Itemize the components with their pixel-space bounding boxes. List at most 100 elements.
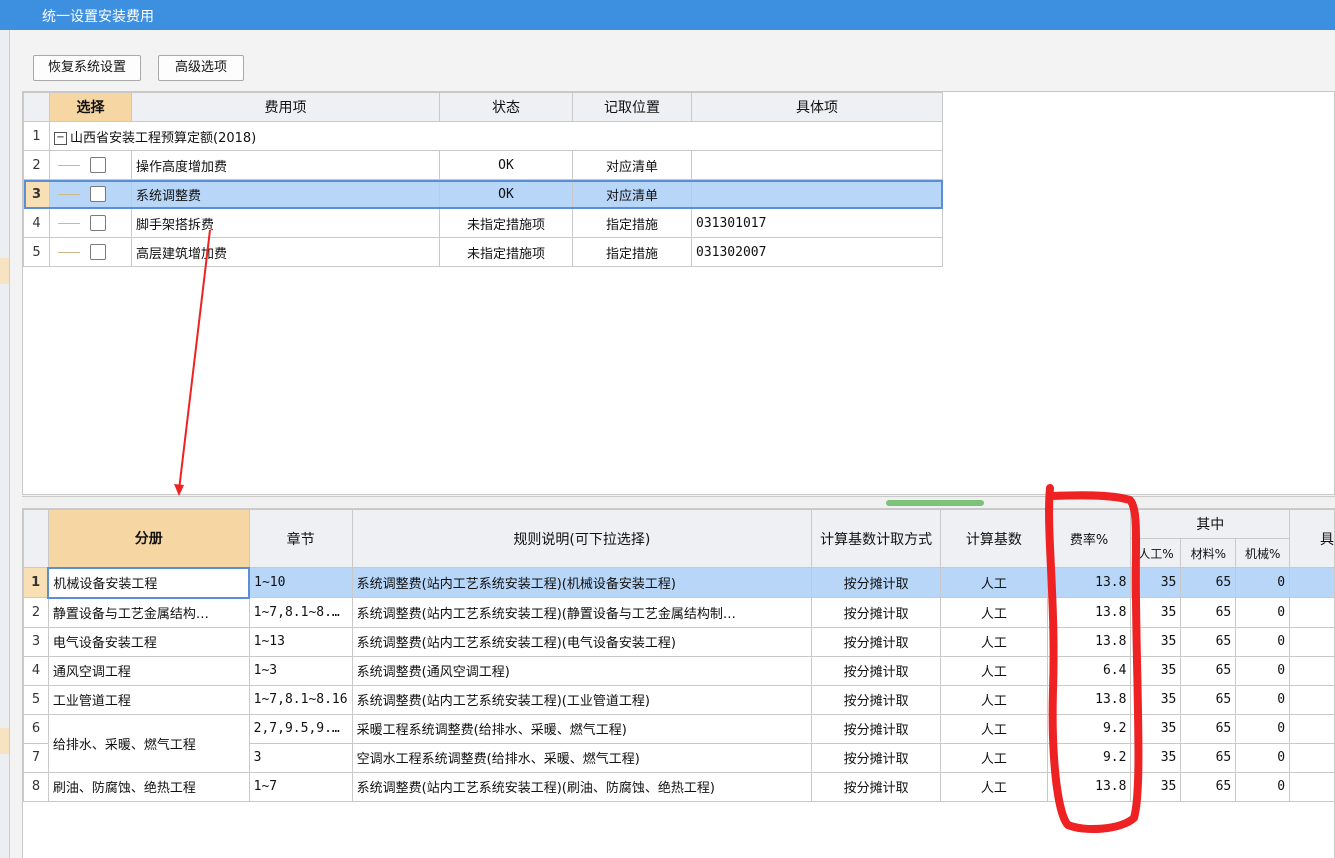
calc-base-cell[interactable]: 人工	[940, 713, 1048, 744]
labor-cell[interactable]: 35	[1130, 626, 1182, 657]
calc-base-cell[interactable]: 人工	[940, 684, 1048, 715]
select-checkbox[interactable]	[90, 186, 106, 202]
volume-cell[interactable]: 电气设备安装工程	[47, 626, 250, 657]
col-header-calc-method[interactable]: 计算基数计取方式	[811, 509, 942, 568]
rule-row[interactable]: 2 静置设备与工艺金属结构… 1~7,8.1~8.… 系统调整费(站内工艺系统安…	[23, 597, 1335, 628]
fee-item-detail[interactable]: 031302007	[691, 237, 943, 267]
col-header-volume[interactable]: 分册	[47, 509, 250, 568]
material-cell[interactable]: 65	[1180, 771, 1237, 802]
fee-item-row[interactable]: 2 操作高度增加费 OK 对应清单	[23, 150, 943, 180]
fee-item-detail[interactable]	[691, 179, 943, 209]
rule-row[interactable]: 4 通风空调工程 1~3 系统调整费(通风空调工程) 按分摊计取 人工 6.4 …	[23, 655, 1335, 686]
col-header-position[interactable]: 记取位置	[572, 92, 692, 122]
rate-cell[interactable]: 13.8	[1046, 626, 1132, 657]
col-header-extra[interactable]: 具	[1289, 509, 1335, 568]
machine-cell[interactable]: 0	[1235, 597, 1291, 628]
material-cell[interactable]: 65	[1180, 626, 1237, 657]
fee-item-detail[interactable]	[691, 150, 943, 180]
chapter-cell[interactable]: 1~3	[248, 655, 353, 686]
labor-cell[interactable]: 35	[1130, 742, 1182, 773]
col-header-material[interactable]: 材料%	[1180, 538, 1237, 568]
chapter-cell[interactable]: 1~7	[248, 771, 353, 802]
calc-method-cell[interactable]: 按分摊计取	[811, 713, 942, 744]
chapter-cell[interactable]: 1~7,8.1~8.16	[248, 684, 353, 715]
rate-cell[interactable]: 9.2	[1046, 713, 1132, 744]
chapter-cell[interactable]: 1~13	[248, 626, 353, 657]
rate-cell[interactable]: 13.8	[1046, 567, 1132, 598]
labor-cell[interactable]: 35	[1130, 713, 1182, 744]
panel-splitter[interactable]	[22, 496, 1335, 507]
machine-cell[interactable]: 0	[1235, 771, 1291, 802]
advanced-options-button[interactable]: 高级选项	[158, 55, 244, 81]
fee-item-detail[interactable]: 031301017	[691, 208, 943, 238]
rate-cell[interactable]: 13.8	[1046, 771, 1132, 802]
rule-cell[interactable]: 采暖工程系统调整费(给排水、采暖、燃气工程)	[351, 713, 813, 744]
select-checkbox[interactable]	[90, 215, 106, 231]
col-header-calc-base[interactable]: 计算基数	[940, 509, 1048, 568]
collapse-icon[interactable]: −	[54, 131, 67, 145]
calc-base-cell[interactable]: 人工	[940, 742, 1048, 773]
fee-item-position[interactable]: 指定措施	[572, 208, 692, 238]
select-checkbox[interactable]	[90, 244, 106, 260]
fee-item-position[interactable]: 对应清单	[572, 150, 692, 180]
calc-base-cell[interactable]: 人工	[940, 597, 1048, 628]
volume-cell[interactable]: 机械设备安装工程	[47, 566, 251, 599]
material-cell[interactable]: 65	[1180, 567, 1237, 598]
calc-base-cell[interactable]: 人工	[940, 771, 1048, 802]
material-cell[interactable]: 65	[1180, 597, 1237, 628]
calc-method-cell[interactable]: 按分摊计取	[811, 742, 942, 773]
select-checkbox[interactable]	[90, 157, 106, 173]
rate-cell[interactable]: 13.8	[1046, 597, 1132, 628]
rule-cell[interactable]: 系统调整费(站内工艺系统安装工程)(静置设备与工艺金属结构制…	[351, 597, 813, 628]
fee-item-position[interactable]: 对应清单	[572, 179, 692, 209]
volume-cell[interactable]: 静置设备与工艺金属结构…	[47, 597, 250, 628]
col-header-rule[interactable]: 规则说明(可下拉选择)	[351, 509, 813, 568]
fee-item-row[interactable]: 4 脚手架搭拆费 未指定措施项 指定措施 031301017	[23, 208, 943, 238]
fee-item-row-selected[interactable]: 3 系统调整费 OK 对应清单	[23, 179, 943, 209]
machine-cell[interactable]: 0	[1235, 742, 1291, 773]
calc-method-cell[interactable]: 按分摊计取	[811, 626, 942, 657]
rule-cell[interactable]: 系统调整费(站内工艺系统安装工程)(刷油、防腐蚀、绝热工程)	[351, 771, 813, 802]
chapter-cell[interactable]: 1~7,8.1~8.…	[248, 597, 353, 628]
rule-row-selected[interactable]: 1 机械设备安装工程 1~10 系统调整费(站内工艺系统安装工程)(机械设备安装…	[23, 566, 1335, 599]
volume-cell[interactable]: 通风空调工程	[47, 655, 250, 686]
calc-base-cell[interactable]: 人工	[940, 626, 1048, 657]
labor-cell[interactable]: 35	[1130, 597, 1182, 628]
labor-cell[interactable]: 35	[1130, 655, 1182, 686]
calc-method-cell[interactable]: 按分摊计取	[811, 597, 942, 628]
rule-cell[interactable]: 系统调整费(通风空调工程)	[351, 655, 813, 686]
labor-cell[interactable]: 35	[1130, 771, 1182, 802]
rule-cell[interactable]: 系统调整费(站内工艺系统安装工程)(机械设备安装工程)	[351, 567, 813, 598]
rule-cell[interactable]: 系统调整费(站内工艺系统安装工程)(工业管道工程)	[351, 684, 813, 715]
chapter-cell[interactable]: 2,7,9.5,9.…	[248, 713, 353, 744]
machine-cell[interactable]: 0	[1235, 655, 1291, 686]
col-header-machine[interactable]: 机械%	[1235, 538, 1291, 568]
material-cell[interactable]: 65	[1180, 742, 1237, 773]
machine-cell[interactable]: 0	[1235, 713, 1291, 744]
col-header-chapter[interactable]: 章节	[248, 509, 353, 568]
col-header-detail[interactable]: 具体项	[691, 92, 943, 122]
volume-cell[interactable]: 给排水、采暖、燃气工程	[47, 713, 250, 773]
rule-row[interactable]: 8 刷油、防腐蚀、绝热工程 1~7 系统调整费(站内工艺系统安装工程)(刷油、防…	[23, 771, 1335, 802]
restore-system-settings-button[interactable]: 恢复系统设置	[33, 55, 141, 81]
rule-cell[interactable]: 空调水工程系统调整费(给排水、采暖、燃气工程)	[351, 742, 813, 773]
rule-row[interactable]: 5 工业管道工程 1~7,8.1~8.16 系统调整费(站内工艺系统安装工程)(…	[23, 684, 1335, 715]
rule-cell[interactable]: 系统调整费(站内工艺系统安装工程)(电气设备安装工程)	[351, 626, 813, 657]
col-header-select[interactable]: 选择	[49, 92, 132, 122]
calc-base-cell[interactable]: 人工	[940, 567, 1048, 598]
calc-method-cell[interactable]: 按分摊计取	[811, 655, 942, 686]
fee-item-row[interactable]: 5 高层建筑增加费 未指定措施项 指定措施 031302007	[23, 237, 943, 267]
machine-cell[interactable]: 0	[1235, 626, 1291, 657]
material-cell[interactable]: 65	[1180, 713, 1237, 744]
chapter-cell[interactable]: 1~10	[248, 567, 353, 598]
col-header-fee-item[interactable]: 费用项	[131, 92, 440, 122]
machine-cell[interactable]: 0	[1235, 684, 1291, 715]
machine-cell[interactable]: 0	[1235, 567, 1291, 598]
tree-root-row[interactable]: 1 − 山西省安装工程预算定额(2018)	[23, 121, 943, 151]
rule-row[interactable]: 3 电气设备安装工程 1~13 系统调整费(站内工艺系统安装工程)(电气设备安装…	[23, 626, 1335, 657]
labor-cell[interactable]: 35	[1130, 684, 1182, 715]
calc-base-cell[interactable]: 人工	[940, 655, 1048, 686]
calc-method-cell[interactable]: 按分摊计取	[811, 567, 942, 598]
material-cell[interactable]: 65	[1180, 655, 1237, 686]
volume-cell[interactable]: 刷油、防腐蚀、绝热工程	[47, 771, 250, 802]
